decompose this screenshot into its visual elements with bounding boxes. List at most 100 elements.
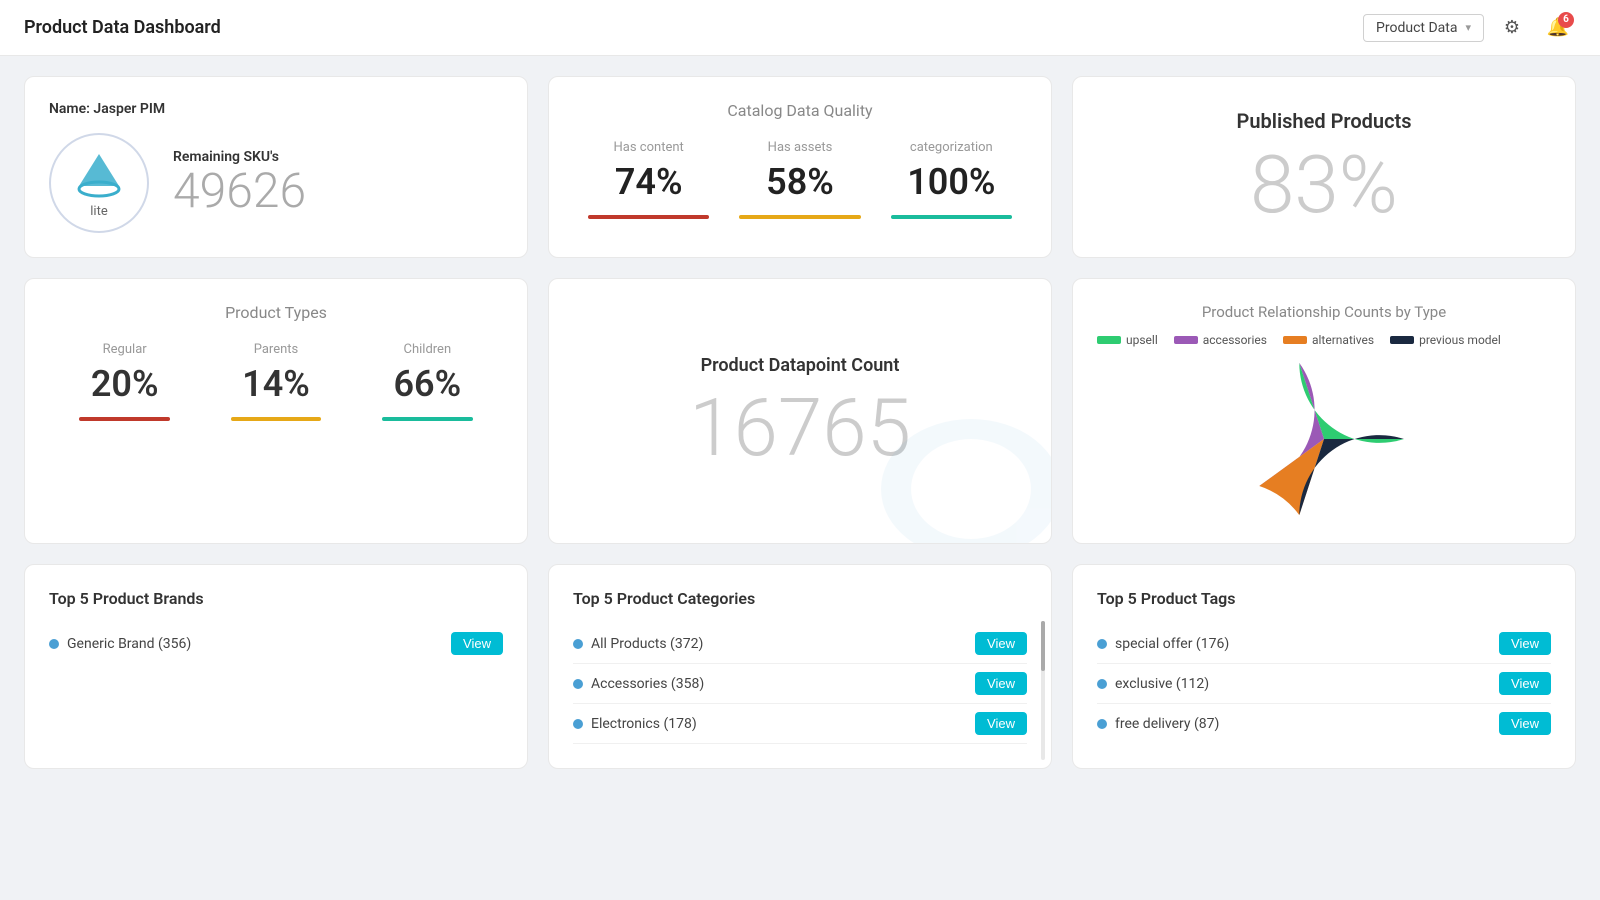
accessories-legend-color bbox=[1174, 336, 1198, 344]
card-top-brands: Top 5 Product Brands Generic Brand (356)… bbox=[24, 564, 528, 769]
tag-dot-0 bbox=[1097, 639, 1107, 649]
type-bar-regular bbox=[79, 417, 170, 421]
scrollbar-thumb[interactable] bbox=[1041, 621, 1045, 671]
datapoint-count: 16765 bbox=[689, 388, 911, 468]
type-pct-parents: 14% bbox=[242, 363, 310, 405]
tag-view-button-1[interactable]: View bbox=[1499, 672, 1551, 695]
name-body: lite Remaining SKU's 49626 bbox=[49, 133, 503, 233]
type-item-children: Children 66% bbox=[352, 342, 503, 421]
category-dot-2 bbox=[573, 719, 583, 729]
types-columns: Regular 20% Parents 14% Children 66% bbox=[49, 342, 503, 421]
brands-title: Top 5 Product Brands bbox=[49, 589, 503, 608]
list-item: special offer (176) View bbox=[1097, 624, 1551, 664]
header-controls: Product Data ▾ ⚙ 🔔 6 bbox=[1363, 10, 1576, 46]
brand-dot bbox=[49, 639, 59, 649]
legend-alternatives: alternatives bbox=[1283, 333, 1374, 347]
brand-item-left: Generic Brand (356) bbox=[49, 636, 191, 652]
quality-bar-categorization bbox=[891, 215, 1012, 219]
tag-item-left-2: free delivery (87) bbox=[1097, 716, 1219, 732]
list-item: Generic Brand (356) View bbox=[49, 624, 503, 663]
header: Product Data Dashboard Product Data ▾ ⚙ … bbox=[0, 0, 1600, 56]
scrollbar-track bbox=[1041, 621, 1045, 760]
type-item-parents: Parents 14% bbox=[200, 342, 351, 421]
dashboard-grid: Name: Jasper PIM lite Remaining SKU's 49… bbox=[0, 56, 1600, 789]
product-data-selector[interactable]: Product Data ▾ bbox=[1363, 14, 1484, 42]
sku-section: Remaining SKU's 49626 bbox=[173, 149, 306, 218]
category-item-left-0: All Products (372) bbox=[573, 636, 703, 652]
legend-previous-model: previous model bbox=[1390, 333, 1501, 347]
tag-label-1: exclusive (112) bbox=[1115, 676, 1209, 692]
sku-value: 49626 bbox=[173, 165, 306, 218]
selector-label: Product Data bbox=[1376, 20, 1457, 36]
quality-label-assets: Has assets bbox=[768, 140, 833, 155]
category-dot-1 bbox=[573, 679, 583, 689]
tags-title: Top 5 Product Tags bbox=[1097, 589, 1551, 608]
list-item: Electronics (178) View bbox=[573, 704, 1027, 744]
alternatives-legend-color bbox=[1283, 336, 1307, 344]
notifications-button[interactable]: 🔔 6 bbox=[1540, 10, 1576, 46]
type-label-parents: Parents bbox=[254, 342, 299, 357]
categories-title: Top 5 Product Categories bbox=[573, 589, 1027, 608]
type-pct-children: 66% bbox=[393, 363, 461, 405]
type-pct-regular: 20% bbox=[91, 363, 159, 405]
quality-label-categorization: categorization bbox=[910, 140, 993, 155]
category-view-button-1[interactable]: View bbox=[975, 672, 1027, 695]
tag-item-left-1: exclusive (112) bbox=[1097, 676, 1209, 692]
relationship-title: Product Relationship Counts by Type bbox=[1097, 303, 1551, 321]
card-relationship: Product Relationship Counts by Type upse… bbox=[1072, 278, 1576, 544]
previous-model-legend-color bbox=[1390, 336, 1414, 344]
logo-circle: lite bbox=[49, 133, 149, 233]
name-label: Name: Jasper PIM bbox=[49, 101, 503, 117]
tag-view-button-2[interactable]: View bbox=[1499, 712, 1551, 735]
quality-label-content: Has content bbox=[614, 140, 684, 155]
pie-chart bbox=[1244, 359, 1404, 519]
notification-badge: 6 bbox=[1558, 12, 1574, 28]
tag-item-left-0: special offer (176) bbox=[1097, 636, 1229, 652]
jasper-logo-icon bbox=[73, 148, 125, 200]
category-label-2: Electronics (178) bbox=[591, 716, 697, 732]
category-label-1: Accessories (358) bbox=[591, 676, 704, 692]
category-view-button-2[interactable]: View bbox=[975, 712, 1027, 735]
card-datapoint-count: Product Datapoint Count 16765 bbox=[548, 278, 1052, 544]
category-item-left-1: Accessories (358) bbox=[573, 676, 704, 692]
upsell-legend-color bbox=[1097, 336, 1121, 344]
quality-pct-categorization: 100% bbox=[907, 161, 995, 203]
type-bar-parents bbox=[231, 417, 322, 421]
published-pct: 83% bbox=[1250, 145, 1398, 225]
card-top-categories: Top 5 Product Categories All Products (3… bbox=[548, 564, 1052, 769]
upsell-label: upsell bbox=[1126, 333, 1158, 347]
category-item-left-2: Electronics (178) bbox=[573, 716, 697, 732]
settings-button[interactable]: ⚙ bbox=[1494, 10, 1530, 46]
legend-accessories: accessories bbox=[1174, 333, 1267, 347]
legend-upsell: upsell bbox=[1097, 333, 1158, 347]
chevron-down-icon: ▾ bbox=[1465, 21, 1471, 34]
types-title: Product Types bbox=[49, 303, 503, 322]
accessories-label: accessories bbox=[1203, 333, 1267, 347]
logo-subtitle: lite bbox=[90, 204, 107, 219]
brand-view-button[interactable]: View bbox=[451, 632, 503, 655]
card-top-tags: Top 5 Product Tags special offer (176) V… bbox=[1072, 564, 1576, 769]
quality-columns: Has content 74% Has assets 58% categoriz… bbox=[573, 140, 1027, 219]
list-item: Accessories (358) View bbox=[573, 664, 1027, 704]
tag-label-2: free delivery (87) bbox=[1115, 716, 1219, 732]
datapoint-title: Product Datapoint Count bbox=[701, 355, 900, 376]
category-dot-0 bbox=[573, 639, 583, 649]
brand-label: Generic Brand (356) bbox=[67, 636, 191, 652]
quality-bar-assets bbox=[739, 215, 860, 219]
category-view-button-0[interactable]: View bbox=[975, 632, 1027, 655]
quality-pct-assets: 58% bbox=[766, 161, 834, 203]
quality-bar-content bbox=[588, 215, 709, 219]
published-title: Published Products bbox=[1237, 109, 1412, 133]
tag-dot-2 bbox=[1097, 719, 1107, 729]
list-item: All Products (372) View bbox=[573, 624, 1027, 664]
card-catalog-quality: Catalog Data Quality Has content 74% Has… bbox=[548, 76, 1052, 258]
tag-view-button-0[interactable]: View bbox=[1499, 632, 1551, 655]
list-item: exclusive (112) View bbox=[1097, 664, 1551, 704]
quality-item-categorization: categorization 100% bbox=[876, 140, 1027, 219]
type-bar-children bbox=[382, 417, 473, 421]
catalog-title: Catalog Data Quality bbox=[573, 101, 1027, 120]
card-published-products: Published Products 83% bbox=[1072, 76, 1576, 258]
pie-chart-container bbox=[1097, 359, 1551, 519]
page-title: Product Data Dashboard bbox=[24, 17, 221, 38]
quality-item-content: Has content 74% bbox=[573, 140, 724, 219]
